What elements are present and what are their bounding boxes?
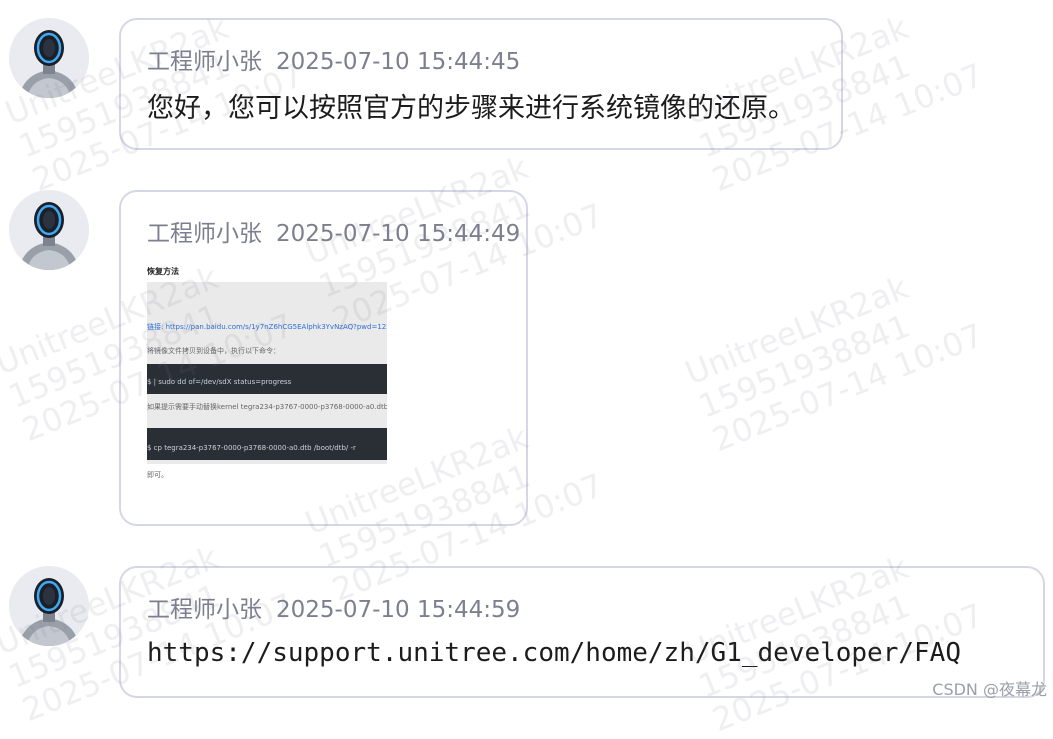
message-meta: 工程师小张 2025-07-10 15:44:49	[147, 214, 520, 248]
avatar[interactable]	[9, 566, 89, 646]
attachment-instruction: 将镜像文件拷贝到设备中，执行以下命令：	[147, 347, 280, 355]
message-time: 2025-07-10 15:44:49	[276, 221, 521, 247]
sender-name: 工程师小张	[147, 49, 262, 75]
message-time: 2025-07-10 15:44:59	[276, 597, 521, 623]
robot-avatar-icon	[9, 190, 89, 270]
avatar[interactable]	[9, 18, 89, 98]
message-meta: 工程师小张 2025-07-10 15:44:59	[147, 590, 520, 624]
avatar[interactable]	[9, 190, 89, 270]
robot-avatar-icon	[9, 18, 89, 98]
watermark: UnitreeLKR2ak 15951938841 2025-07-14 10:…	[679, 268, 989, 460]
attachment-footer: 即可。	[147, 471, 168, 479]
message-text: 您好，您可以按照官方的步骤来进行系统镜像的还原。	[147, 93, 795, 124]
code-line: $ | sudo dd of=/dev/sdX status=progress	[147, 378, 292, 386]
message-bubble[interactable]: 工程师小张 2025-07-10 15:44:49 恢复方法 链接: https:…	[119, 190, 528, 526]
message-bubble[interactable]: 工程师小张 2025-07-10 15:44:45 您好，您可以按照官方的步骤来进…	[119, 18, 843, 150]
code-line: $ cp tegra234-p3767-0000-p3768-0000-a0.d…	[147, 444, 356, 452]
attachment-link: 链接: https://pan.baidu.com/s/1y7nZ6hCG5EA…	[147, 323, 387, 331]
message-meta: 工程师小张 2025-07-10 15:44:45	[147, 42, 520, 76]
csdn-watermark: CSDN @夜幕龙	[932, 680, 1047, 699]
message-link[interactable]: https://support.unitree.com/home/zh/G1_d…	[147, 638, 961, 668]
message-time: 2025-07-10 15:44:45	[276, 49, 521, 75]
image-attachment[interactable]: 恢复方法 链接: https://pan.baidu.com/s/1y7nZ6h…	[147, 260, 387, 498]
message-bubble[interactable]: 工程师小张 2025-07-10 15:44:59 https://support…	[119, 566, 1045, 698]
attachment-note: 如果提示需要手动替换kernel tegra234-p3767-0000-p37…	[147, 403, 387, 411]
attachment-heading: 恢复方法	[147, 267, 179, 276]
sender-name: 工程师小张	[147, 597, 262, 623]
sender-name: 工程师小张	[147, 221, 262, 247]
robot-avatar-icon	[9, 566, 89, 646]
